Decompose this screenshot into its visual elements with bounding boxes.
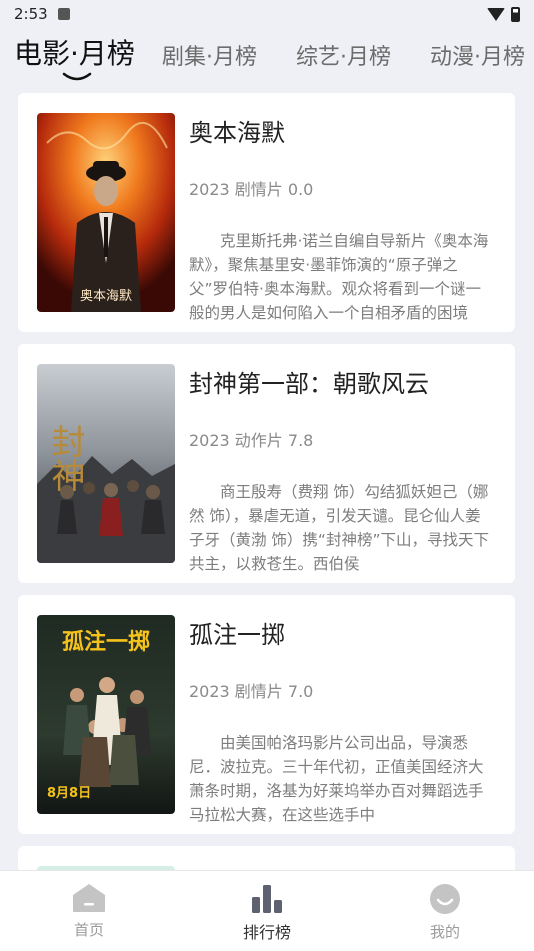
wifi-icon — [487, 7, 505, 21]
movie-poster: 封神 — [37, 364, 175, 563]
movie-meta: 2023 剧情片 7.0 — [189, 682, 314, 701]
nav-home[interactable]: 首页 — [0, 871, 178, 951]
nav-home-label: 首页 — [73, 921, 104, 939]
tab-series-monthly[interactable]: 剧集·月榜 — [162, 38, 257, 78]
movie-description: 克里斯托弗·诺兰自编自导新片《奥本海默》，聚焦基里安·墨菲饰演的“原子弹之父”罗… — [189, 232, 489, 322]
active-tab-indicator — [62, 72, 92, 81]
notification-icon — [57, 8, 70, 20]
movie-poster: 奥本海默 — [37, 113, 175, 312]
battery-icon — [511, 6, 520, 22]
movie-poster: 孤注一掷 8月8日 — [37, 615, 175, 814]
tab-anime-monthly[interactable]: 动漫·月榜 — [430, 38, 525, 78]
movie-title: 孤注一掷 — [189, 621, 285, 649]
poster-title: 奥本海默 — [80, 288, 132, 303]
movie-card[interactable]: 封神 封神第一部：朝歌风云 2023 动作片 7.8 商王殷寿（费翔 饰）勾结狐… — [18, 344, 515, 583]
movie-title: 封神第一部：朝歌风云 — [189, 370, 429, 398]
movie-card[interactable]: 孤注一掷 8月8日 孤注一掷 2023 剧情片 7.0 由美国帕洛玛影片公司出品… — [18, 595, 515, 834]
status-bar: 2:53 — [0, 0, 534, 28]
movie-card[interactable]: 奥本海默 奥本海默 2023 剧情片 0.0 克里斯托弗·诺兰自编自导新片《奥本… — [18, 93, 515, 332]
poster-title: 孤注一掷 — [62, 629, 150, 655]
nav-ranking[interactable]: 排行榜 — [178, 871, 356, 951]
movie-meta: 2023 动作片 7.8 — [189, 431, 314, 450]
home-icon — [73, 884, 105, 912]
movie-meta: 2023 剧情片 0.0 — [189, 180, 314, 199]
ranking-icon — [252, 885, 282, 913]
tab-variety-monthly[interactable]: 综艺·月榜 — [296, 38, 391, 78]
poster-title: 封神 — [45, 424, 85, 492]
status-time: 2:53 — [14, 5, 48, 23]
nav-profile-label: 我的 — [429, 923, 460, 941]
category-tabs: 电影·月榜 剧集·月榜 综艺·月榜 动漫·月榜 — [0, 34, 534, 84]
tab-movie-monthly[interactable]: 电影·月榜 — [14, 34, 135, 74]
bottom-navigation: 首页 排行榜 我的 — [0, 870, 534, 951]
movie-title: 奥本海默 — [189, 119, 285, 147]
movie-description: 商王殷寿（费翔 饰）勾结狐妖妲己（娜然 饰），暴虐无道，引发天谴。昆仑仙人姜子牙… — [189, 483, 489, 573]
nav-ranking-label: 排行榜 — [242, 923, 291, 942]
poster-release-date: 8月8日 — [47, 786, 91, 801]
nav-profile[interactable]: 我的 — [356, 871, 534, 951]
movie-description: 由美国帕洛玛影片公司出品，导演悉尼．波拉克。三十年代初，正值美国经济大萧条时期，… — [189, 734, 484, 824]
profile-icon — [430, 884, 460, 914]
